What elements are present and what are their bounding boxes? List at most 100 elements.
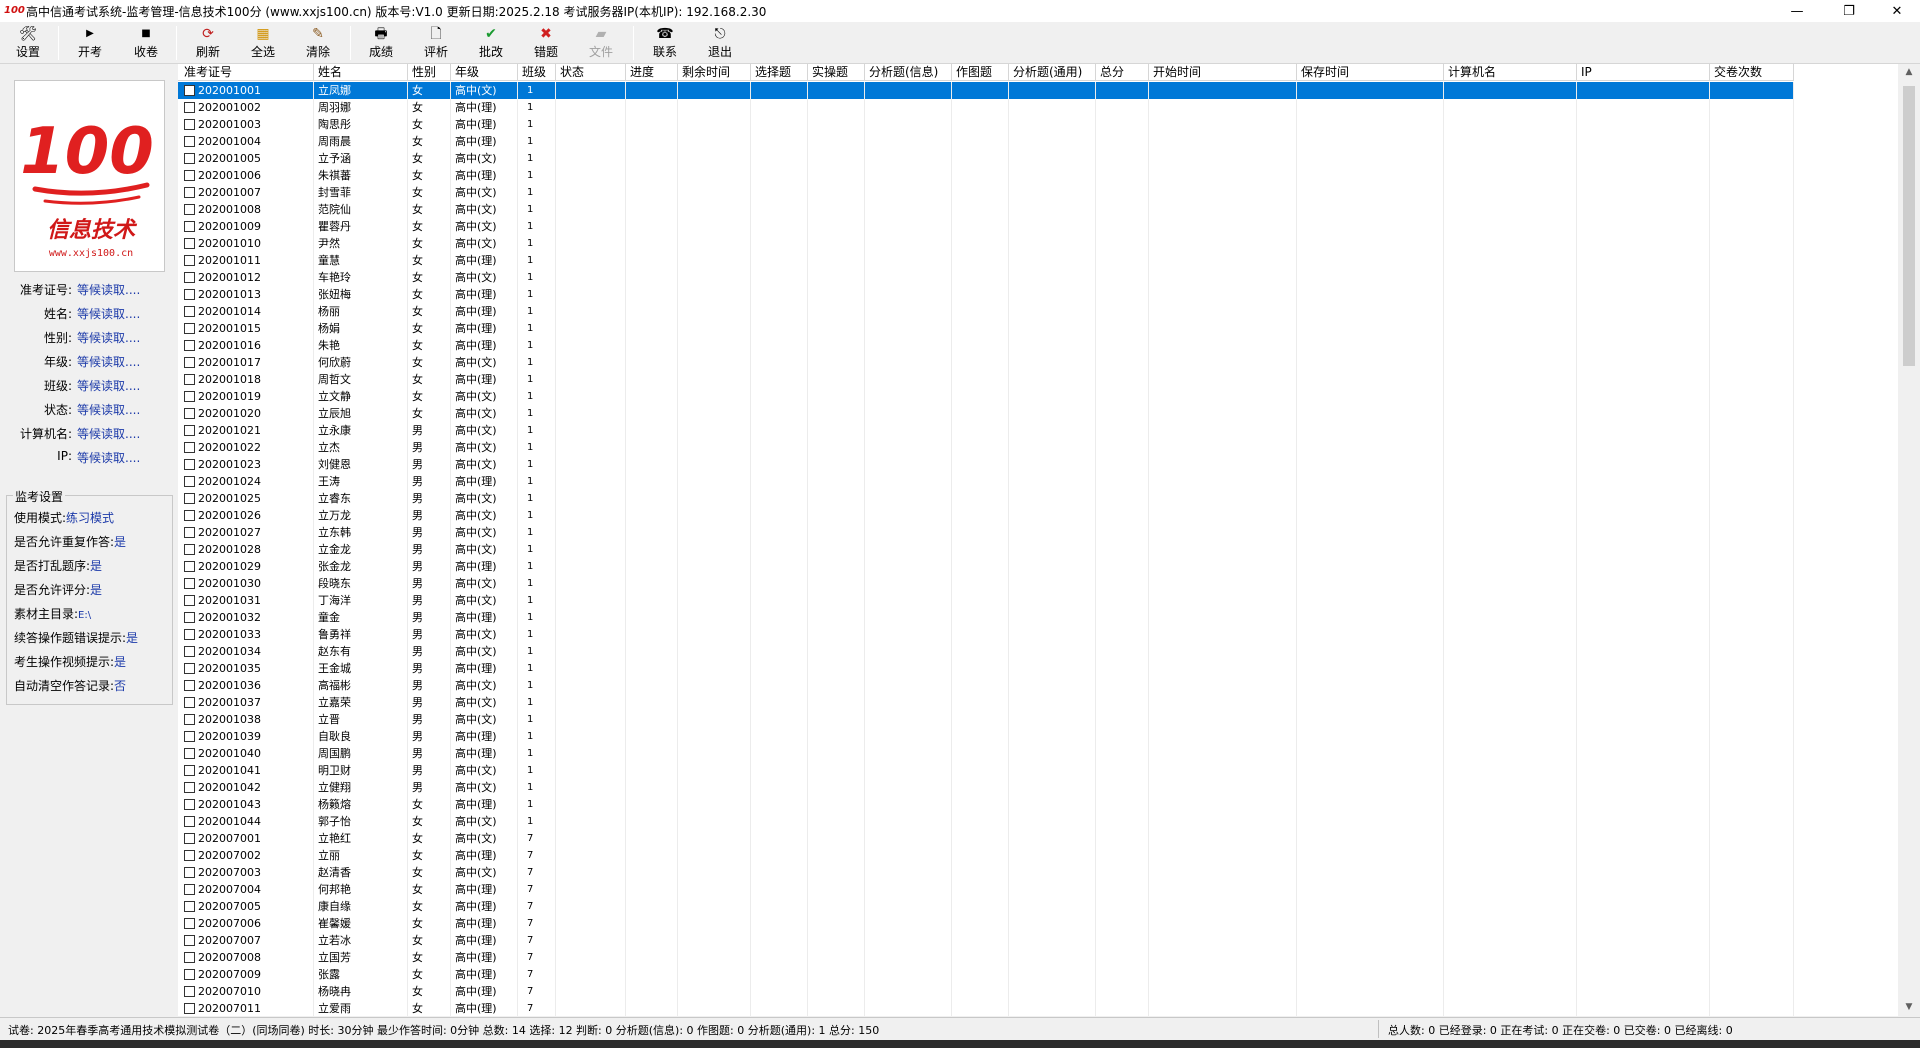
student-row[interactable]: 202007005 康自缘女高中(理) 7 <box>178 898 1794 915</box>
row-checkbox[interactable] <box>184 136 195 147</box>
column-header[interactable]: 分析题(信息) <box>865 64 952 81</box>
row-checkbox[interactable] <box>184 867 195 878</box>
collect-papers-button[interactable]: ■ 收卷 <box>122 24 170 62</box>
student-row[interactable]: 202001041 明卫财男高中(文) 1 <box>178 762 1794 779</box>
student-row[interactable]: 202001010 尹然女高中(文) 1 <box>178 235 1794 252</box>
clear-button[interactable]: ✎ 清除 <box>294 24 342 62</box>
student-row[interactable]: 202001007 封雪菲女高中(文) 1 <box>178 184 1794 201</box>
row-checkbox[interactable] <box>184 969 195 980</box>
student-row[interactable]: 202001026 立万龙男高中(文) 1 <box>178 507 1794 524</box>
row-checkbox[interactable] <box>184 340 195 351</box>
row-checkbox[interactable] <box>184 680 195 691</box>
student-row[interactable]: 202001029 张金龙男高中(理) 1 <box>178 558 1794 575</box>
row-checkbox[interactable] <box>184 527 195 538</box>
row-checkbox[interactable] <box>184 459 195 470</box>
student-row[interactable]: 202007008 立国芳女高中(理) 7 <box>178 949 1794 966</box>
student-row[interactable]: 202001005 立予涵女高中(文) 1 <box>178 150 1794 167</box>
student-row[interactable]: 202001001 立凤娜女高中(文) 1 <box>178 82 1794 99</box>
row-checkbox[interactable] <box>184 493 195 504</box>
contact-button[interactable]: ☎ 联系 <box>641 24 689 62</box>
column-header[interactable]: 剩余时间 <box>678 64 751 81</box>
scroll-down-arrow-icon[interactable]: ▼ <box>1898 999 1920 1016</box>
scroll-thumb[interactable] <box>1903 86 1915 366</box>
row-checkbox[interactable] <box>184 901 195 912</box>
student-row[interactable]: 202001028 立金龙男高中(文) 1 <box>178 541 1794 558</box>
row-checkbox[interactable] <box>184 799 195 810</box>
student-row[interactable]: 202001014 杨丽女高中(理) 1 <box>178 303 1794 320</box>
student-row[interactable]: 202001023 刘健恩男高中(文) 1 <box>178 456 1794 473</box>
row-checkbox[interactable] <box>184 153 195 164</box>
row-checkbox[interactable] <box>184 204 195 215</box>
scroll-up-arrow-icon[interactable]: ▲ <box>1898 64 1920 81</box>
student-row[interactable]: 202007004 何邦艳女高中(理) 7 <box>178 881 1794 898</box>
student-row[interactable]: 202001004 周雨晨女高中(理) 1 <box>178 133 1794 150</box>
column-header[interactable]: 开始时间 <box>1149 64 1297 81</box>
column-header[interactable]: 分析题(通用) <box>1009 64 1096 81</box>
row-checkbox[interactable] <box>184 595 195 606</box>
column-header[interactable]: 作图题 <box>952 64 1009 81</box>
row-checkbox[interactable] <box>184 289 195 300</box>
student-row[interactable]: 202007002 立丽女高中(理) 7 <box>178 847 1794 864</box>
row-checkbox[interactable] <box>184 731 195 742</box>
restore-button[interactable]: ❐ <box>1826 0 1872 22</box>
row-checkbox[interactable] <box>184 663 195 674</box>
student-row[interactable]: 202001039 自耿良男高中(理) 1 <box>178 728 1794 745</box>
student-row[interactable]: 202001016 朱艳女高中(理) 1 <box>178 337 1794 354</box>
column-header[interactable]: 选择题 <box>751 64 808 81</box>
row-checkbox[interactable] <box>184 85 195 96</box>
column-header[interactable]: 状态 <box>556 64 626 81</box>
row-checkbox[interactable] <box>184 544 195 555</box>
column-header[interactable]: 总分 <box>1096 64 1149 81</box>
row-checkbox[interactable] <box>184 850 195 861</box>
student-row[interactable]: 202007006 崔馨媛女高中(理) 7 <box>178 915 1794 932</box>
row-checkbox[interactable] <box>184 119 195 130</box>
row-checkbox[interactable] <box>184 476 195 487</box>
row-checkbox[interactable] <box>184 612 195 623</box>
scores-button[interactable]: 🖶 成绩 <box>357 24 405 62</box>
student-row[interactable]: 202001009 瞿蓉丹女高中(文) 1 <box>178 218 1794 235</box>
student-row[interactable]: 202001027 立东韩男高中(文) 1 <box>178 524 1794 541</box>
column-header[interactable]: 准考证号 <box>178 64 314 81</box>
student-row[interactable]: 202001021 立永康男高中(文) 1 <box>178 422 1794 439</box>
student-row[interactable]: 202001030 段晓东男高中(文) 1 <box>178 575 1794 592</box>
refresh-button[interactable]: ⟳ 刷新 <box>184 24 232 62</box>
student-row[interactable]: 202007001 立艳红女高中(文) 7 <box>178 830 1794 847</box>
student-row[interactable]: 202007003 赵清香女高中(文) 7 <box>178 864 1794 881</box>
column-header[interactable]: 实操题 <box>808 64 865 81</box>
row-checkbox[interactable] <box>184 697 195 708</box>
row-checkbox[interactable] <box>184 442 195 453</box>
student-row[interactable]: 202001013 张妞梅女高中(理) 1 <box>178 286 1794 303</box>
row-checkbox[interactable] <box>184 561 195 572</box>
student-row[interactable]: 202001018 周哲文女高中(理) 1 <box>178 371 1794 388</box>
student-row[interactable]: 202001032 童金男高中(理) 1 <box>178 609 1794 626</box>
row-checkbox[interactable] <box>184 782 195 793</box>
student-grid[interactable]: 准考证号 姓名 性别 年级 班级 状态 进度 剩余时间 选择题 实操题 分析题(信息) 作图题 分析题(… <box>178 64 1898 1016</box>
row-checkbox[interactable] <box>184 272 195 283</box>
wrong-questions-button[interactable]: ✖ 错题 <box>522 24 570 62</box>
column-header[interactable]: 交卷次数 <box>1710 64 1794 81</box>
student-row[interactable]: 202001042 立健翔男高中(文) 1 <box>178 779 1794 796</box>
row-checkbox[interactable] <box>184 306 195 317</box>
row-checkbox[interactable] <box>184 986 195 997</box>
column-header[interactable]: 姓名 <box>314 64 408 81</box>
row-checkbox[interactable] <box>184 884 195 895</box>
row-checkbox[interactable] <box>184 221 195 232</box>
student-row[interactable]: 202001002 周羽娜女高中(理) 1 <box>178 99 1794 116</box>
close-button[interactable]: ✕ <box>1874 0 1920 22</box>
row-checkbox[interactable] <box>184 408 195 419</box>
student-row[interactable]: 202001044 郭子怡女高中(文) 1 <box>178 813 1794 830</box>
student-row[interactable]: 202007007 立若冰女高中(理) 7 <box>178 932 1794 949</box>
row-checkbox[interactable] <box>184 952 195 963</box>
row-checkbox[interactable] <box>184 578 195 589</box>
row-checkbox[interactable] <box>184 748 195 759</box>
student-row[interactable]: 202001022 立杰男高中(文) 1 <box>178 439 1794 456</box>
student-row[interactable]: 202001020 立辰旭女高中(文) 1 <box>178 405 1794 422</box>
column-header[interactable]: 计算机名 <box>1444 64 1577 81</box>
row-checkbox[interactable] <box>184 187 195 198</box>
column-header[interactable]: 年级 <box>451 64 518 81</box>
grade-button[interactable]: ✔ 批改 <box>467 24 515 62</box>
vertical-scrollbar[interactable]: ▲ ▼ <box>1898 64 1920 1016</box>
student-row[interactable]: 202001019 立文静女高中(文) 1 <box>178 388 1794 405</box>
row-checkbox[interactable] <box>184 646 195 657</box>
row-checkbox[interactable] <box>184 323 195 334</box>
